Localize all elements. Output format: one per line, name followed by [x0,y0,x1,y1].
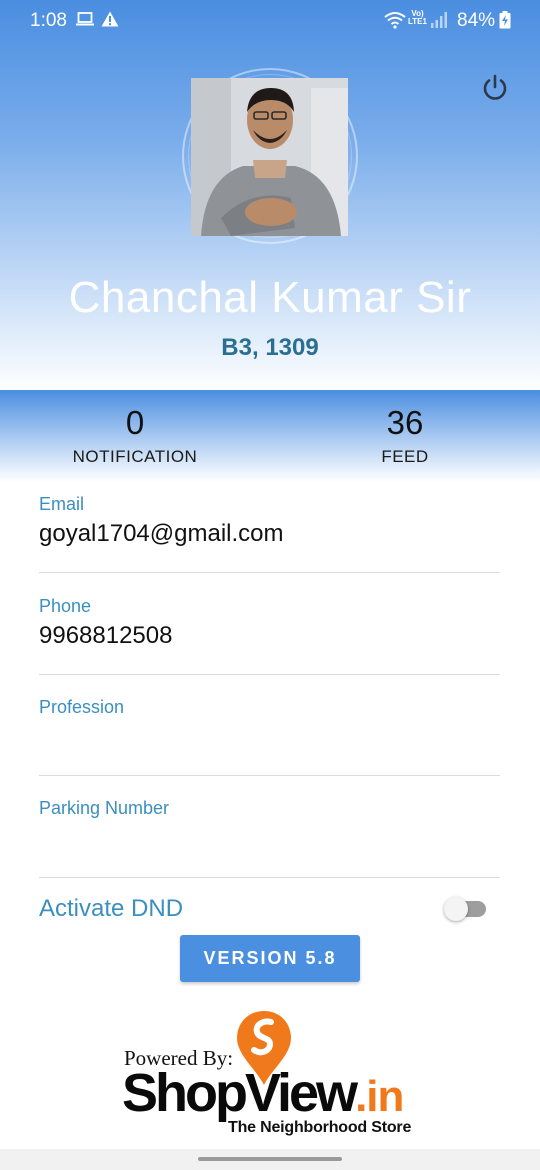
notification-count: 0 [125,404,145,441]
parking-number-field[interactable]: Parking Number [39,798,500,878]
email-value: goyal1704@gmail.com [39,520,284,547]
shopview-logo: ShopView.in [122,1062,404,1124]
logo-tld-text: .in [355,1072,404,1121]
dnd-toggle[interactable] [444,896,488,922]
dnd-toggle-thumb [444,897,468,921]
logo-tagline: The Neighborhood Store [228,1119,412,1136]
profession-label: Profession [39,697,125,717]
profile-name: Chanchal Kumar Sir [68,273,472,322]
version-button[interactable]: VERSION 5.8 [180,935,360,982]
volte-bottom-text: LTE1 [408,17,427,26]
power-icon [483,74,507,100]
profile-flat-number: B3, 1309 [221,334,319,361]
battery-percent: 84% [457,10,496,31]
alert-icon [101,11,119,32]
parking-number-label: Parking Number [39,798,170,818]
avatar[interactable] [191,78,348,236]
profile-photo [191,78,348,236]
status-bar: 1:08 Vo) LTE1 84% [0,0,540,42]
phone-field[interactable]: Phone 9968812508 [39,596,500,675]
feed-count: 36 [386,404,424,441]
battery-charging-icon [499,11,511,34]
feed-label: FEED [381,447,429,466]
phone-label: Phone [39,596,92,616]
email-label: Email [39,494,85,514]
logo-main-text: ShopView [122,1063,358,1123]
phone-value: 9968812508 [39,622,173,649]
power-button[interactable] [479,72,511,104]
laptop-icon [76,11,94,32]
profession-field[interactable]: Profession [39,697,500,776]
notification-stat[interactable]: 0 NOTIFICATION [35,404,235,467]
signal-icon [431,12,447,33]
feed-stat[interactable]: 36 FEED [305,404,505,467]
home-gesture-handle[interactable] [198,1157,342,1161]
status-time: 1:08 [30,10,67,31]
wifi-icon [384,11,406,34]
email-field[interactable]: Email goyal1704@gmail.com [39,494,500,573]
notification-label: NOTIFICATION [72,447,198,466]
dnd-label: Activate DND [39,895,184,922]
volte-icon: Vo) LTE1 [408,10,427,26]
